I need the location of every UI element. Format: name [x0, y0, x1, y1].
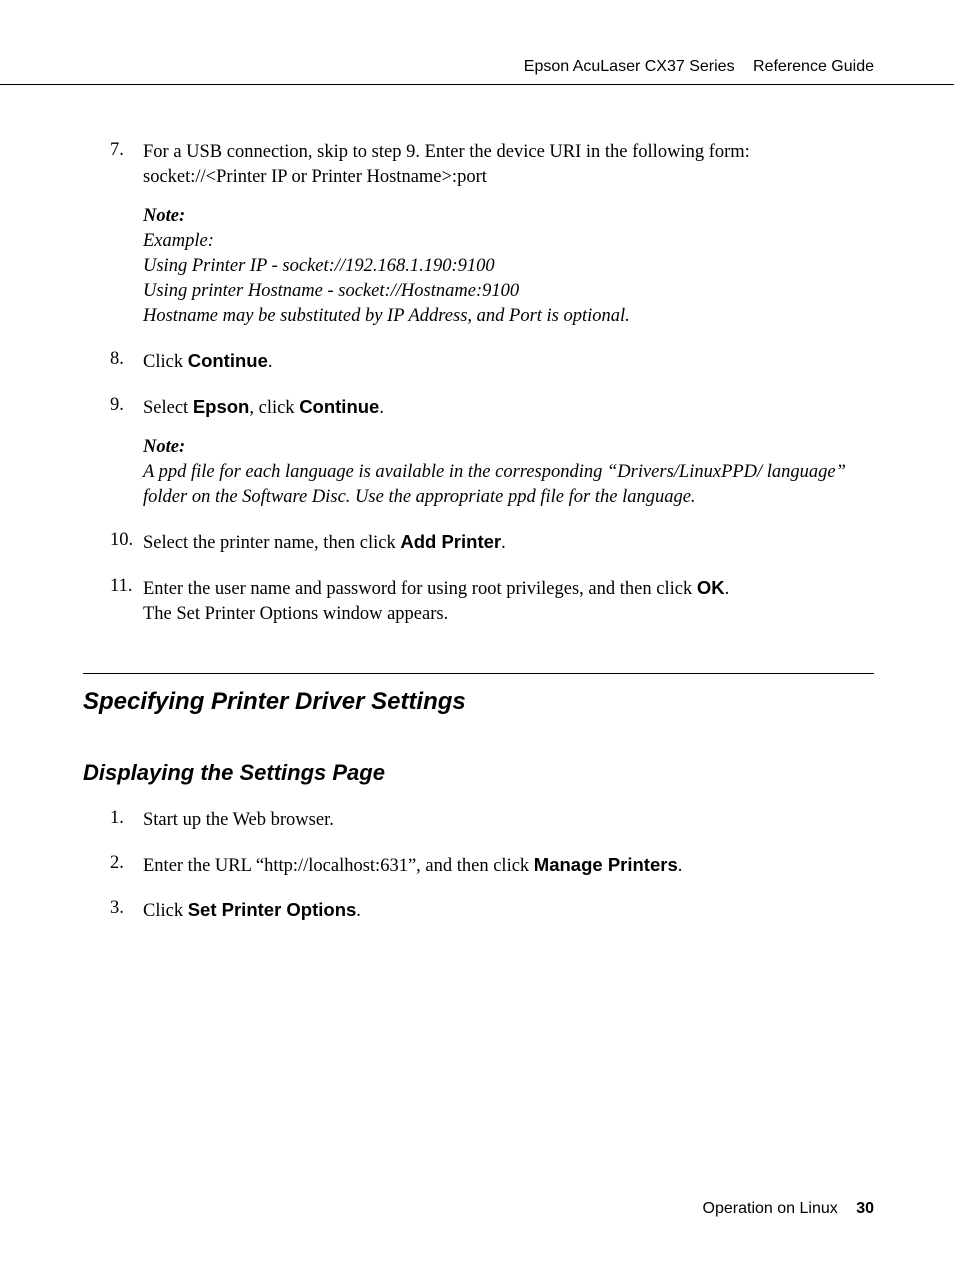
step-text: .	[725, 579, 730, 599]
note-line: Using printer Hostname - socket://Hostna…	[143, 279, 874, 304]
step-number: 3.	[110, 898, 143, 919]
display-step-1: 1. Start up the Web browser.	[110, 808, 874, 833]
note-label: Note:	[143, 435, 874, 460]
step-text: Click	[143, 901, 188, 921]
note-body: Example: Using Printer IP - socket://192…	[143, 229, 874, 329]
page-footer: Operation on Linux 30	[80, 1200, 874, 1218]
note-line: Example:	[143, 229, 874, 254]
step-text: Enter the URL “http://localhost:631”, an…	[143, 856, 534, 876]
footer-page-number: 30	[856, 1200, 874, 1217]
step-text: Start up the Web browser.	[143, 810, 334, 830]
ui-label-continue: Continue	[299, 396, 379, 417]
step-number: 1.	[110, 808, 143, 829]
ui-label-add-printer: Add Printer	[400, 531, 501, 552]
step-number: 8.	[110, 349, 143, 370]
step-text: Select the printer name, then click	[143, 533, 400, 553]
step-text: Select	[143, 398, 193, 418]
step-text: .	[356, 901, 361, 921]
step-7: 7. For a USB connection, skip to step 9.…	[110, 140, 874, 329]
display-step-3: 3. Click Set Printer Options.	[110, 898, 874, 924]
step-number: 2.	[110, 853, 143, 874]
section-heading-displaying: Displaying the Settings Page	[83, 760, 874, 786]
ui-label-set-printer-options: Set Printer Options	[188, 899, 357, 920]
steps-list: 7. For a USB connection, skip to step 9.…	[110, 140, 874, 627]
ui-label-manage-printers: Manage Printers	[534, 854, 678, 875]
note-label: Note:	[143, 204, 874, 229]
note-line: Using Printer IP - socket://192.168.1.19…	[143, 254, 874, 279]
ui-label-ok: OK	[697, 577, 725, 598]
section-heading-specifying: Specifying Printer Driver Settings	[83, 673, 874, 716]
display-steps-list: 1. Start up the Web browser. 2. Enter th…	[110, 808, 874, 925]
step-text: .	[268, 352, 273, 372]
footer-chapter: Operation on Linux	[703, 1200, 838, 1217]
note-body: A ppd file for each language is availabl…	[143, 460, 874, 510]
step-11: 11. Enter the user name and password for…	[110, 576, 874, 627]
step-number: 11.	[110, 576, 143, 597]
note-line: Hostname may be substituted by IP Addres…	[143, 304, 874, 329]
step-text: .	[379, 398, 384, 418]
step-number: 10.	[110, 530, 143, 551]
page-header: Epson AcuLaser CX37 Series Reference Gui…	[80, 58, 874, 76]
step-text: .	[501, 533, 506, 553]
step-number: 7.	[110, 140, 143, 161]
step-9: 9. Select Epson, click Continue. Note: A…	[110, 395, 874, 510]
step-text: Enter the user name and password for usi…	[143, 579, 697, 599]
step-text: .	[678, 856, 683, 876]
step-text: For a USB connection, skip to step 9. En…	[143, 140, 874, 190]
display-step-2: 2. Enter the URL “http://localhost:631”,…	[110, 853, 874, 879]
ui-label-epson: Epson	[193, 396, 250, 417]
step-10: 10. Select the printer name, then click …	[110, 530, 874, 556]
header-divider	[0, 84, 954, 85]
header-title: Epson AcuLaser CX37 Series	[524, 58, 735, 75]
step-number: 9.	[110, 395, 143, 416]
step-text: The Set Printer Options window appears.	[143, 602, 874, 627]
step-8: 8. Click Continue.	[110, 349, 874, 375]
step-text: Click	[143, 352, 188, 372]
ui-label-continue: Continue	[188, 350, 268, 371]
header-doc: Reference Guide	[753, 58, 874, 75]
step-text: , click	[249, 398, 299, 418]
